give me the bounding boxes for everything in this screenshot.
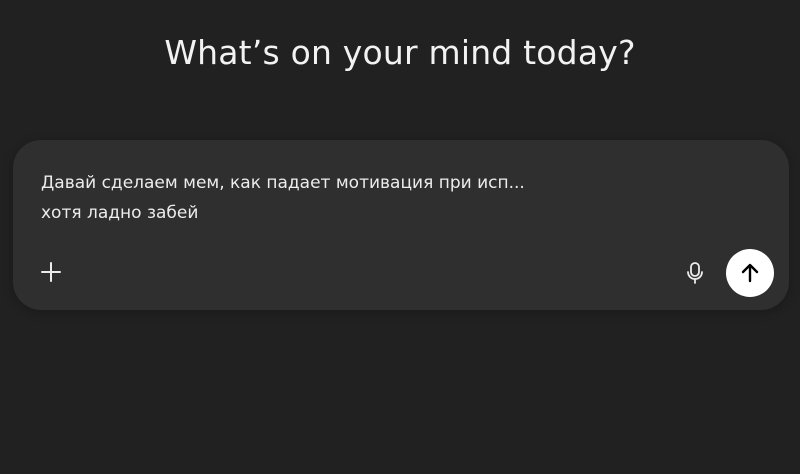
add-attachment-button[interactable]: [35, 256, 67, 288]
prompt-composer[interactable]: Давай сделаем мем, как падает мотивация …: [13, 140, 789, 310]
chat-home-screen: What’s on your mind today? Давай сделаем…: [0, 0, 800, 474]
prompt-line-2: хотя ладно забей: [41, 203, 199, 223]
voice-input-button[interactable]: [679, 257, 711, 289]
send-button[interactable]: [726, 249, 774, 297]
page-title: What’s on your mind today?: [164, 33, 636, 72]
plus-icon: [40, 261, 62, 283]
prompt-line-1: Давай сделаем мем, как падает мотивация …: [41, 173, 525, 193]
arrow-up-icon: [738, 261, 762, 285]
microphone-icon: [685, 261, 705, 285]
prompt-input[interactable]: Давай сделаем мем, как падает мотивация …: [41, 168, 681, 228]
